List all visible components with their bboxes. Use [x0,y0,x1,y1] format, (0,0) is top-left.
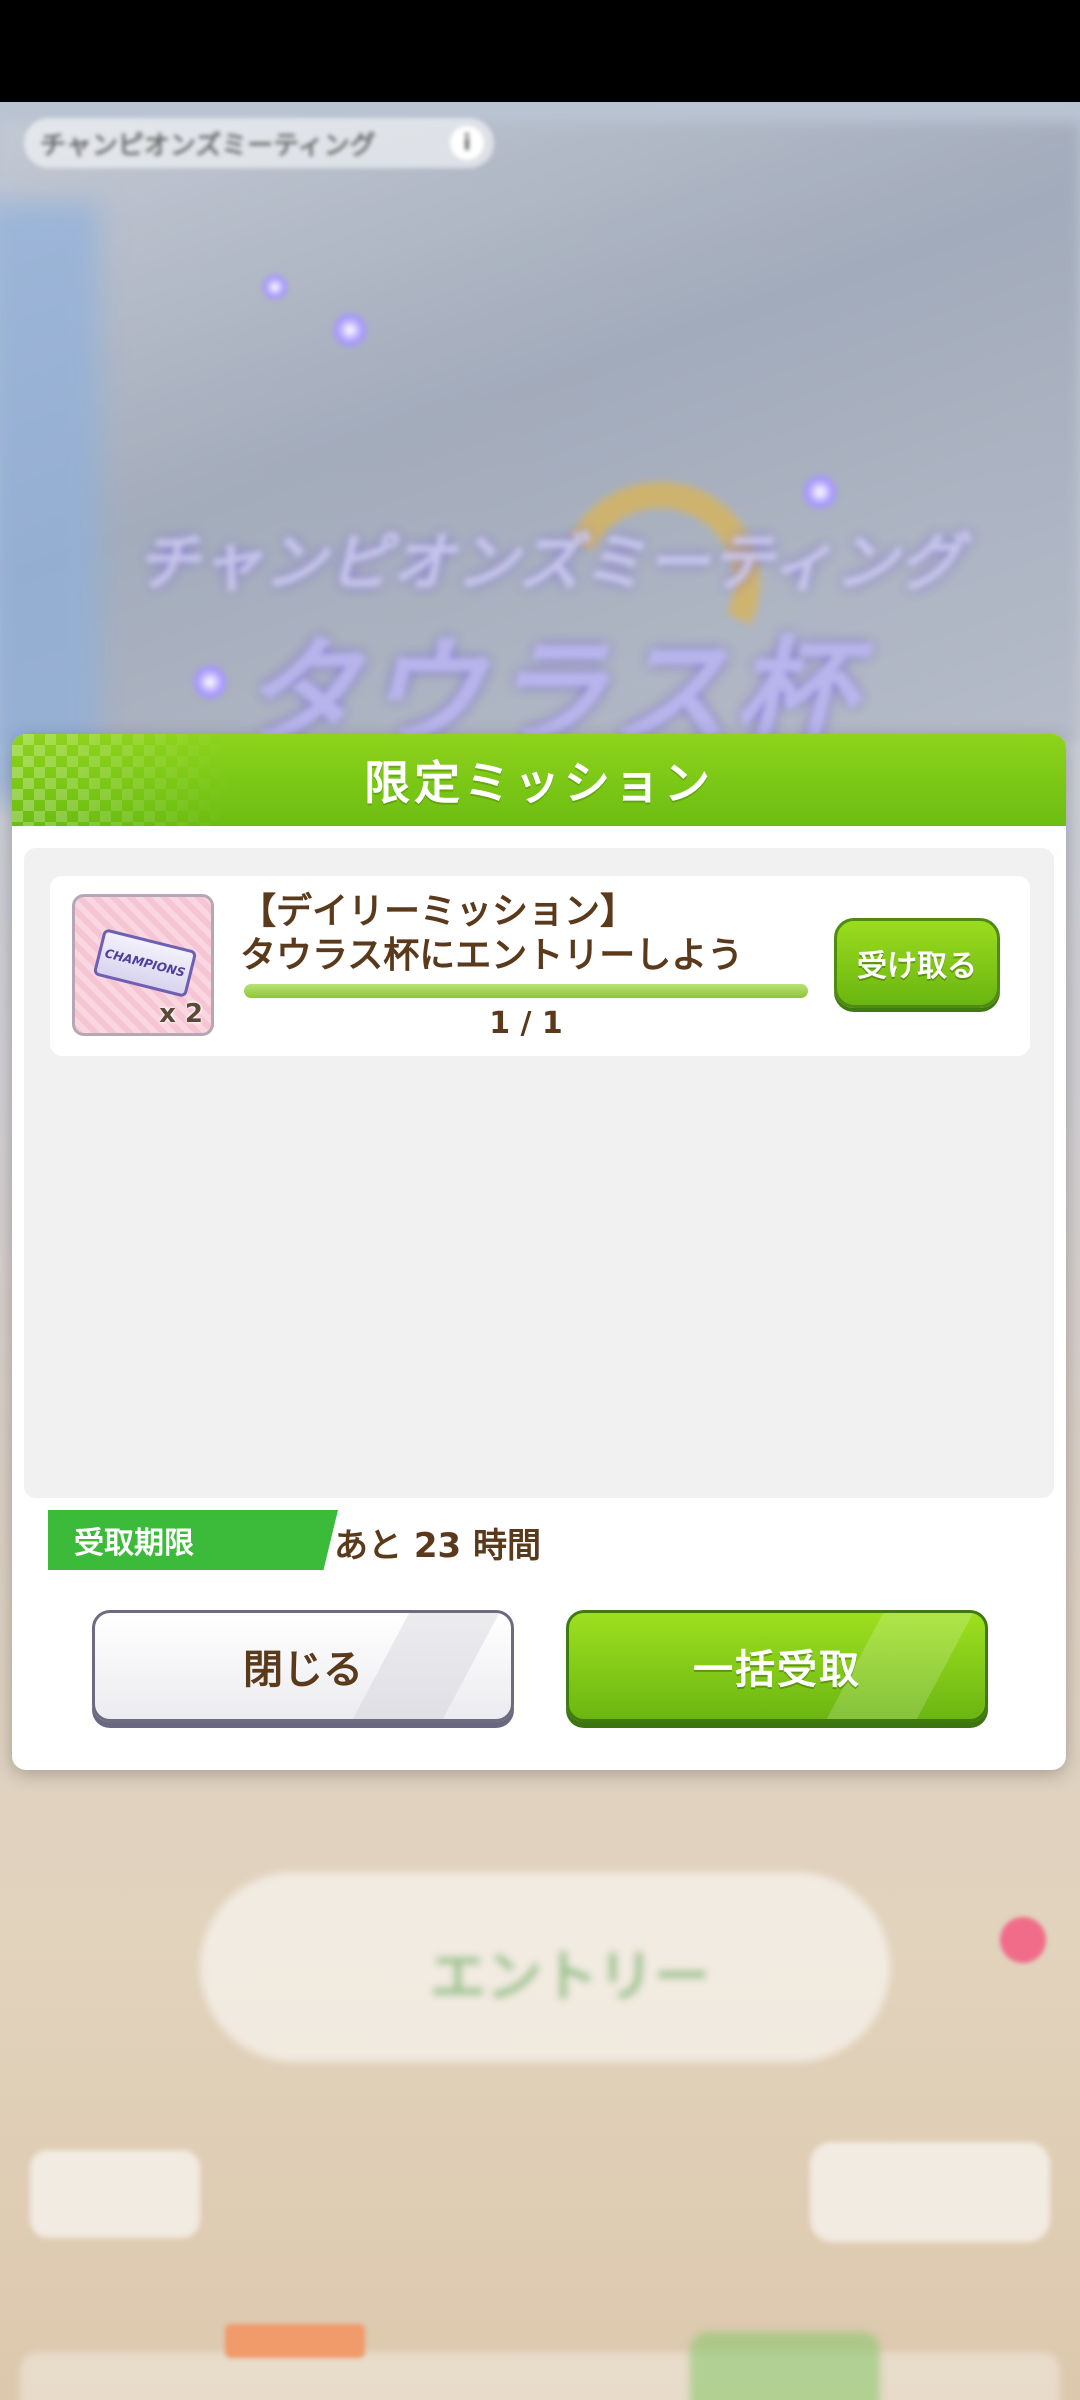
claim-button[interactable]: 受け取る [834,918,1000,1008]
sparkle-icon [260,272,290,302]
close-button[interactable]: 閉じる [92,1610,514,1722]
dialog-header: 限定ミッション [12,734,1066,826]
background-sky [0,202,100,802]
deadline-label: 受取期限 [48,1510,338,1570]
mission-progress-fill [244,984,808,998]
bottom-nav-active-tab [690,2332,880,2400]
reward-count: x 2 [159,999,203,1029]
mission-title-line2: タウラス杯にエントリーしよう [240,935,744,976]
event-name-pill: チャンピオンズミーティング i [24,118,494,168]
header-pattern [12,734,232,826]
mission-title: 【デイリーミッション】 タウラス杯にエントリーしよう [240,890,810,978]
entry-label: エントリー [430,1945,710,2010]
info-icon: i [450,126,484,160]
deadline-value: あと 23 時間 [334,1526,541,1566]
mission-progress-bar [244,984,808,998]
bulk-claim-button-label: 一括受取 [693,1647,861,1693]
bottom-nav [20,2352,1060,2400]
event-title: チャンピオンズミーティング タウラス杯 [136,526,964,763]
limited-mission-dialog: 限定ミッション CHAMPIONS x 2 【デイリーミッション】 タウラス杯に… [12,734,1066,1770]
event-name-pill-label: チャンピオンズミーティング [40,130,376,161]
mission-list[interactable]: CHAMPIONS x 2 【デイリーミッション】 タウラス杯にエントリーしよう… [24,848,1054,1498]
bulk-claim-button[interactable]: 一括受取 [566,1610,988,1722]
close-button-label: 閉じる [243,1647,363,1693]
back-button [30,2150,200,2238]
mission-progress-text: 1 / 1 [489,1006,563,1041]
champions-ticket-icon: CHAMPIONS [92,928,198,998]
nav-ribbon [225,2324,365,2358]
claim-button-label: 受け取る [857,949,977,984]
sparkle-icon [330,310,370,350]
reward-item-icon[interactable]: CHAMPIONS x 2 [72,894,214,1036]
notification-badge [1000,1917,1046,1963]
status-bar [0,0,1080,102]
dialog-title: 限定ミッション [364,756,714,810]
sparkle-icon [800,472,840,512]
mission-item: CHAMPIONS x 2 【デイリーミッション】 タウラス杯にエントリーしよう… [50,876,1030,1056]
mission-title-line1: 【デイリーミッション】 [240,891,637,932]
info-button [810,2142,1050,2242]
